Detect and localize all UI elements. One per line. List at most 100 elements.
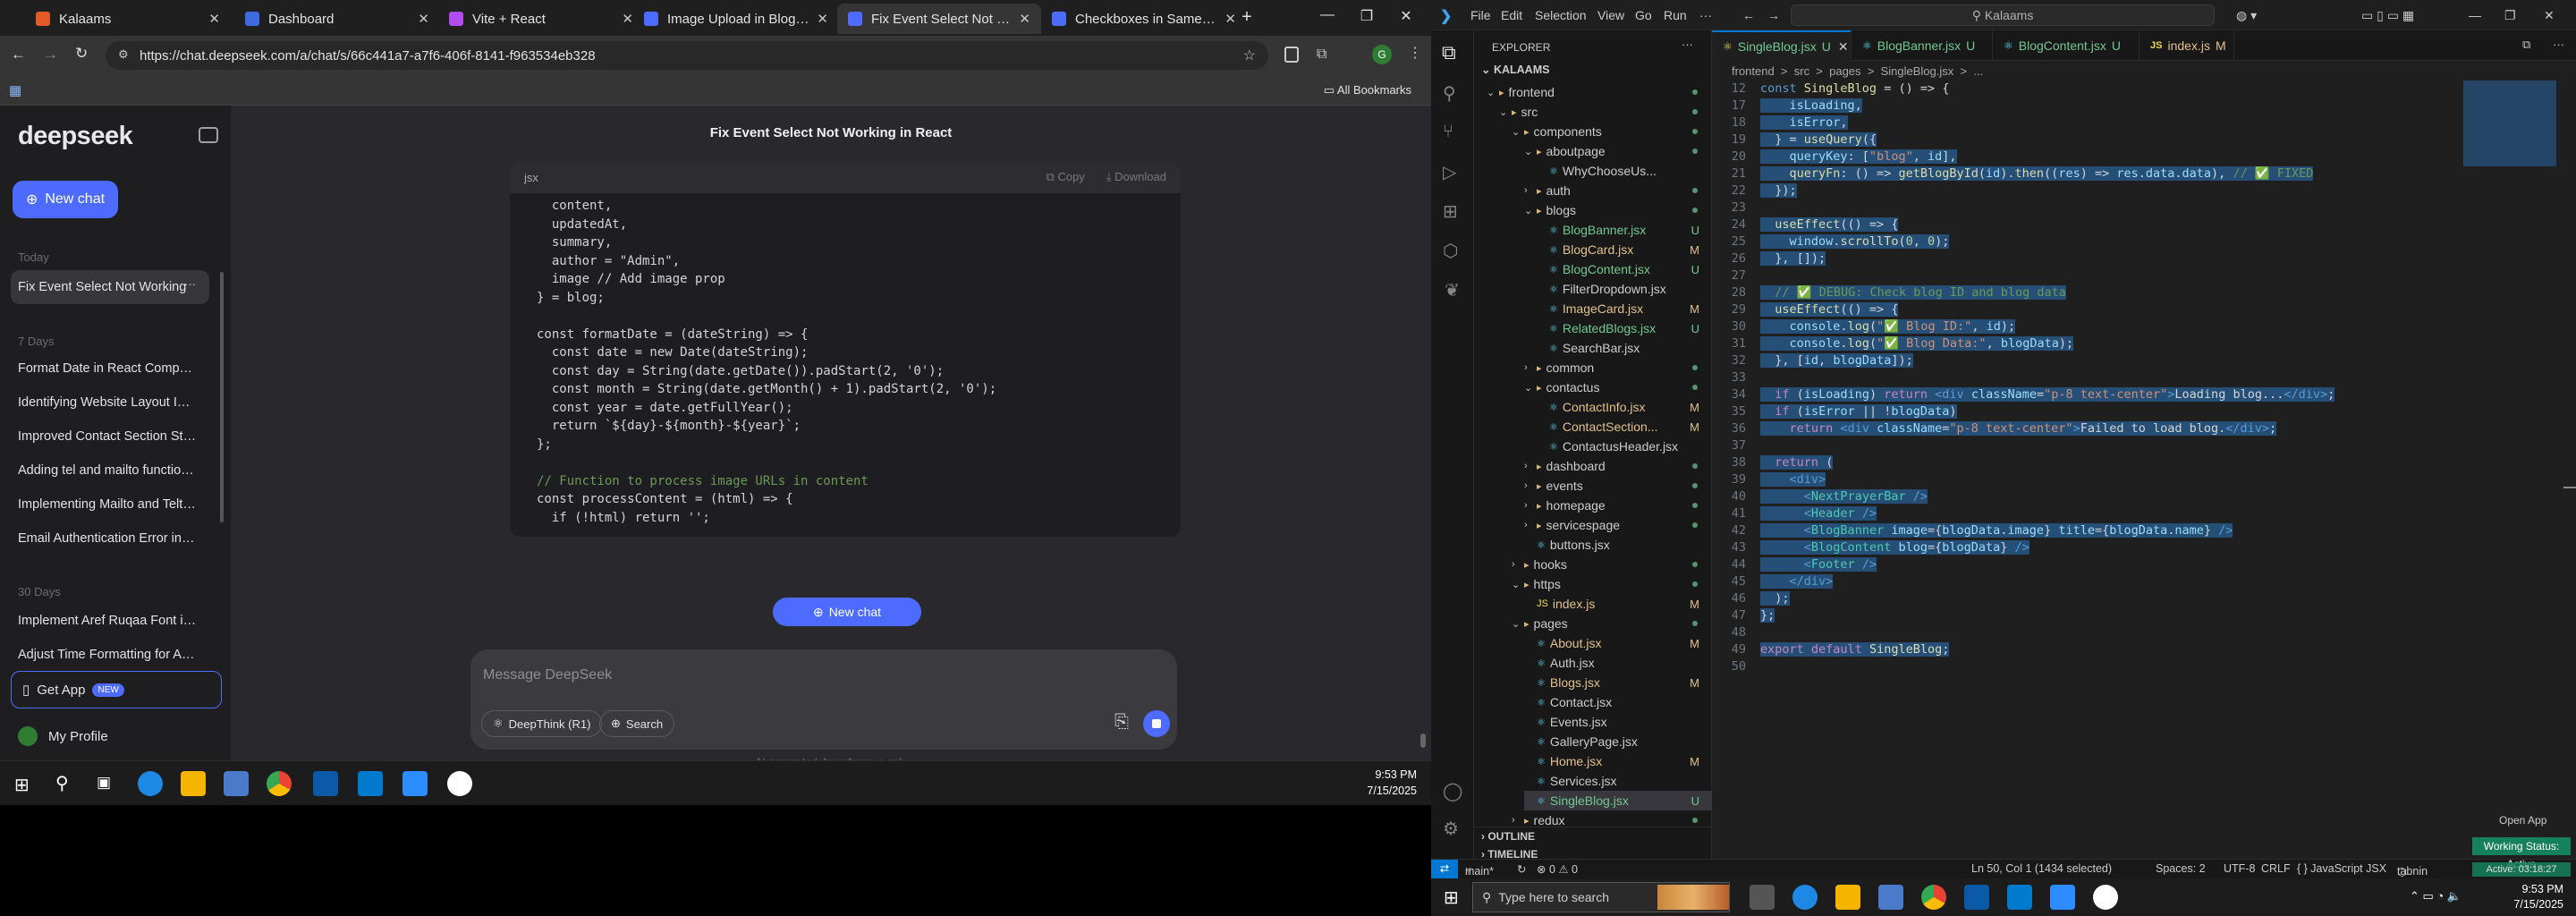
menu-file[interactable]: File [1470, 8, 1491, 22]
tab-checkboxes[interactable]: Checkboxes in Same Row ✕ [1041, 4, 1247, 34]
tree-folder-item[interactable]: ⌄ ▸ blogs [1524, 200, 1712, 220]
tree-file-item[interactable]: JS index.js M [1524, 594, 1712, 614]
address-bar[interactable]: ⚙ https://chat.deepseek.com/a/chat/s/66c… [106, 41, 1268, 70]
tree-file-item[interactable]: ⚛ ContactusHeader.jsx [1537, 437, 1712, 456]
get-app-button[interactable]: ▯ Get App NEW [11, 671, 222, 708]
app-icon[interactable] [2093, 885, 2118, 910]
tree-folder-item[interactable]: › ▸ hooks [1512, 555, 1712, 574]
tree-file-item[interactable]: ⚛ FilterDropdown.jsx [1537, 279, 1712, 299]
nav-forward-arrow-icon[interactable]: → [1767, 8, 1780, 22]
chrome-icon[interactable] [267, 771, 292, 796]
tree-file-item[interactable]: ⚛ BlogContent.jsx U [1537, 259, 1712, 279]
tree-file-item[interactable]: ⚛ BlogCard.jsx M [1537, 240, 1712, 259]
apps-grid-icon[interactable]: ▦ [9, 82, 21, 98]
close-tab-icon[interactable]: ✕ [817, 11, 828, 27]
tab-blogbanner[interactable]: ⚛ BlogBanner.jsx U [1852, 30, 1993, 61]
tree-folder-item[interactable]: ⌄ ▸ components [1512, 122, 1712, 141]
minimize-button[interactable]: — [1309, 7, 1345, 23]
site-info-icon[interactable]: ⚙ [118, 47, 129, 62]
minimap[interactable] [2463, 81, 2556, 166]
more-vert-icon[interactable]: ⋮ [1408, 44, 1422, 62]
stop-button[interactable] [1143, 710, 1170, 737]
tree-folder-item[interactable]: › ▸ events [1524, 476, 1712, 496]
copilot-icon[interactable]: ◍ ▾ [2236, 8, 2257, 23]
tabnine-icon[interactable]: ⬡ [1443, 240, 1458, 262]
back-arrow-icon[interactable]: ← [11, 46, 26, 64]
cursor-position[interactable]: Ln 50, Col 1 (1434 selected) [1971, 862, 2112, 875]
sidebar-scrollbar[interactable] [220, 272, 224, 522]
chat-item[interactable]: Improved Contact Section Styling [18, 429, 197, 444]
tree-file-item[interactable]: ⚛ ImageCard.jsx M [1537, 299, 1712, 318]
new-chat-button[interactable]: ⊕ New chat [13, 181, 118, 218]
maximize-button[interactable]: ❐ [1349, 7, 1385, 25]
download-button[interactable]: ⤓ Download [1106, 170, 1166, 184]
split-editor-icon[interactable]: ⧉ [2522, 38, 2530, 52]
close-window-button[interactable]: ✕ [2544, 8, 2555, 23]
explorer-more-icon[interactable]: ··· [1682, 38, 1693, 51]
tree-file-item[interactable]: ⚛ Auth.jsx [1524, 653, 1712, 673]
windows-start-icon[interactable]: ⊞ [14, 774, 30, 796]
indentation[interactable]: Spaces: 2 [2156, 862, 2206, 875]
tab-dashboard[interactable]: Dashboard ✕ [234, 4, 440, 34]
close-tab-icon[interactable]: ✕ [208, 11, 220, 27]
chat-item[interactable]: Format Date in React Component [18, 361, 197, 376]
remote-indicator-icon[interactable]: ⇄ [1431, 860, 1458, 879]
main-scrollbar[interactable] [1420, 734, 1426, 748]
my-profile[interactable]: My Profile [18, 726, 108, 746]
maximize-button[interactable]: ❐ [2504, 8, 2516, 23]
explorer-files-icon[interactable]: ⧉ [1442, 41, 1456, 64]
collapse-sidebar-icon[interactable] [199, 127, 218, 143]
all-bookmarks[interactable]: ▭ All Bookmarks [1324, 83, 1411, 98]
chat-item[interactable]: Identifying Website Layout Imag [18, 395, 197, 410]
attach-paperclip-icon[interactable]: ⎘ [1114, 712, 1129, 733]
tree-file-item[interactable]: ⚛ RelatedBlogs.jsx U [1537, 318, 1712, 338]
chrome-icon[interactable] [1921, 885, 1946, 910]
tree-file-item[interactable]: ⚛ ContactSection... M [1537, 417, 1712, 437]
menu-selection[interactable]: Selection [1535, 8, 1587, 22]
command-center-search[interactable]: ⚲ Kalaams [1791, 4, 2215, 26]
terminal-icon[interactable] [1964, 885, 1989, 910]
message-composer[interactable]: Message DeepSeek ⚛ DeepThink (R1) ⊕ Search… [470, 649, 1177, 750]
code-editor[interactable]: 12 const SingleBlog = () => {17 isLoading… [1712, 81, 2517, 675]
close-tab-icon[interactable]: ✕ [1019, 11, 1030, 27]
zoom-icon[interactable] [2050, 885, 2075, 910]
extensions-icon[interactable]: ⊞ [1443, 200, 1458, 223]
tree-file-item[interactable]: ⚛ Contact.jsx [1524, 692, 1712, 712]
editor-more-icon[interactable]: ··· [2553, 38, 2564, 51]
extensions-puzzle-icon[interactable]: ⧉ [1317, 47, 1326, 63]
chat-item[interactable]: Email Authentication Error in No [18, 531, 197, 546]
settings-gear-icon[interactable]: ⚙ [1443, 818, 1459, 840]
bookmark-star-icon[interactable]: ☆ [1243, 47, 1256, 64]
run-debug-icon[interactable]: ▷ [1443, 161, 1456, 183]
chat-item[interactable]: Implement Aref Ruqaa Font in R [18, 614, 197, 628]
end-of-line[interactable]: CRLF [2261, 862, 2291, 875]
forward-arrow-icon[interactable]: → [43, 46, 58, 64]
task-view-icon[interactable]: ▣ [97, 774, 111, 792]
close-tab-icon[interactable]: ✕ [418, 11, 429, 27]
tree-folder-item[interactable]: › ▸ servicespage [1524, 515, 1712, 535]
close-tab-icon[interactable]: ✕ [622, 11, 633, 27]
accounts-icon[interactable]: ◯ [1443, 780, 1462, 802]
clock[interactable]: 9:53 PM 7/15/2025 [1367, 767, 1417, 799]
new-chat-pill-button[interactable]: ⊕ New chat [773, 598, 921, 626]
language-mode[interactable]: { } JavaScript JSX [2297, 862, 2386, 875]
store-icon[interactable] [224, 771, 249, 796]
menu-more-icon[interactable]: ··· [1699, 8, 1712, 22]
taskbar-search-box[interactable]: ⚲ Type here to search [1472, 882, 1730, 912]
terminal-icon[interactable] [313, 771, 338, 796]
menu-view[interactable]: View [1597, 8, 1624, 22]
store-icon[interactable] [1878, 885, 1903, 910]
tree-file-item[interactable]: ⚛ Services.jsx [1524, 771, 1712, 791]
tree-folder-item[interactable]: ⌄ ▸ aboutpage [1524, 141, 1712, 161]
tree-folder-item[interactable]: › ▸ auth [1524, 181, 1712, 200]
menu-run[interactable]: Run [1664, 8, 1687, 22]
tree-file-item[interactable]: ⚛ BlogBanner.jsx U [1537, 220, 1712, 240]
tree-folder-item[interactable]: ⌄ ▸ contactus [1524, 377, 1712, 397]
vscode-icon[interactable] [2007, 885, 2032, 910]
tree-file-item[interactable]: ⚛ GalleryPage.jsx [1524, 732, 1712, 751]
file-explorer-icon[interactable] [181, 771, 206, 796]
tree-folder-item[interactable]: › ▸ dashboard [1524, 456, 1712, 476]
tab-singleblog[interactable]: ⚛ SingleBlog.jsx U ✕ [1712, 30, 1852, 61]
chat-item[interactable]: Implementing Mailto and Telto F [18, 497, 197, 512]
tree-file-item[interactable]: ⚛ buttons.jsx [1524, 535, 1712, 555]
